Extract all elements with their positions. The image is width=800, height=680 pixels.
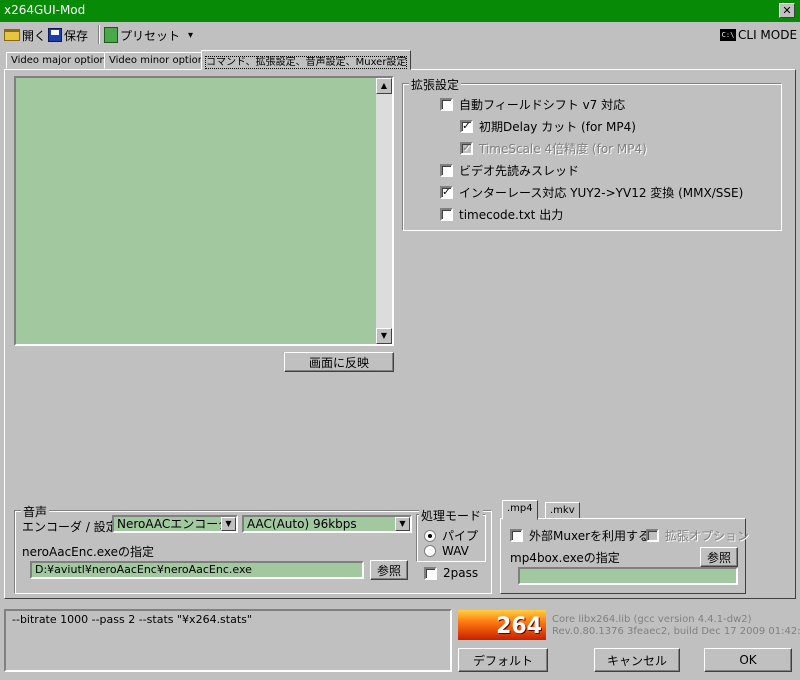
audio-setting-select[interactable]: AAC(Auto) 96kbps ▼ bbox=[242, 515, 412, 533]
checkbox-label: timecode.txt 出力 bbox=[459, 208, 564, 222]
radio-button[interactable] bbox=[424, 545, 436, 557]
chevron-down-icon[interactable]: ▼ bbox=[221, 517, 236, 531]
checkbox-label: 自動フィールドシフト v7 対応 bbox=[459, 98, 626, 112]
save-label: 保存 bbox=[64, 28, 89, 43]
radio-pipe[interactable]: パイプ bbox=[424, 527, 478, 544]
chevron-down-icon[interactable]: ▼ bbox=[395, 517, 410, 531]
checkbox-label: 初期Delay カット (for MP4) bbox=[479, 120, 636, 134]
encoder-select[interactable]: NeroAACエンコーダ ▼ bbox=[112, 515, 238, 533]
radio-wav[interactable]: WAV bbox=[424, 544, 469, 558]
open-button[interactable]: 開く bbox=[4, 26, 46, 44]
mp4box-browse-button[interactable]: 参照 bbox=[700, 547, 738, 567]
folder-icon bbox=[4, 29, 20, 41]
encoder-select-value: NeroAACエンコーダ bbox=[117, 517, 231, 531]
command-textarea[interactable] bbox=[14, 76, 394, 346]
floppy-icon bbox=[48, 28, 62, 42]
checkbox-box[interactable] bbox=[440, 98, 453, 111]
tab-video-minor[interactable]: Video minor option bbox=[104, 52, 210, 69]
scroll-down-icon[interactable]: ▼ bbox=[376, 328, 392, 344]
ext-settings-title: 拡張設定 bbox=[409, 76, 462, 93]
tab-mkv[interactable]: .mkv bbox=[545, 502, 580, 519]
checkbox-interlace-convert[interactable]: ✓ インターレース対応 YUY2->YV12 変換 (MMX/SSE) bbox=[440, 184, 743, 201]
tab-label: Video major option bbox=[11, 55, 106, 66]
dropdown-arrow-icon: ▾ bbox=[188, 29, 194, 41]
tab-video-major[interactable]: Video major option bbox=[6, 52, 111, 69]
rev-info: Rev.0.80.1376 3feaec2, build Dec 17 2009… bbox=[552, 626, 800, 637]
console-icon: C:\ bbox=[720, 29, 736, 41]
encoder-browse-button[interactable]: 参照 bbox=[370, 560, 408, 580]
ok-button[interactable]: OK bbox=[704, 648, 792, 672]
save-button[interactable]: 保存 bbox=[48, 26, 88, 44]
close-icon[interactable]: ✕ bbox=[779, 3, 795, 18]
logo-text: 264 bbox=[496, 614, 542, 639]
title-bar: x264GUI-Mod ✕ bbox=[0, 0, 800, 22]
checkbox-timescale: ✓ TimeScale 4倍精度 (for MP4) bbox=[460, 140, 647, 157]
checkbox-label: インターレース対応 YUY2->YV12 変換 (MMX/SSE) bbox=[459, 186, 744, 200]
cli-mode-button[interactable]: C:\ CLI MODE bbox=[720, 26, 797, 44]
scroll-up-icon[interactable]: ▲ bbox=[376, 78, 392, 94]
tab-label: コマンド、拡張設定、音声設定、Muxer設定 bbox=[204, 56, 408, 69]
tab-label: Video minor option bbox=[109, 55, 205, 66]
checkbox-timecode-output[interactable]: timecode.txt 出力 bbox=[440, 206, 563, 223]
cli-mode-label: CLI MODE bbox=[738, 28, 798, 42]
encoder-exe-label: neroAacEnc.exeの指定 bbox=[22, 545, 155, 559]
checkbox-box bbox=[646, 529, 659, 542]
apply-to-screen-button[interactable]: 画面に反映 bbox=[284, 352, 394, 372]
mp4box-exe-label: mp4box.exeの指定 bbox=[510, 551, 620, 565]
checkbox-auto-field-shift[interactable]: 自動フィールドシフト v7 対応 bbox=[440, 96, 625, 113]
checkbox-box[interactable]: ✓ bbox=[440, 186, 453, 199]
cancel-button[interactable]: キャンセル bbox=[594, 648, 680, 672]
checkbox-label: 2pass bbox=[443, 566, 479, 580]
checkbox-2pass[interactable]: 2pass bbox=[424, 566, 478, 580]
encoder-exe-path-field[interactable]: D:¥aviutl¥neroAacEnc¥neroAacEnc.exe bbox=[30, 561, 364, 579]
checkbox-label: 拡張オプション bbox=[665, 529, 750, 543]
checkbox-label: ビデオ先読みスレッド bbox=[459, 164, 580, 178]
checkbox-label: TimeScale 4倍精度 (for MP4) bbox=[479, 142, 647, 156]
radio-label: パイプ bbox=[442, 529, 479, 543]
checkbox-box[interactable] bbox=[424, 566, 437, 580]
checkbox-box[interactable] bbox=[440, 208, 453, 221]
tab-mp4[interactable]: .mp4 bbox=[502, 500, 538, 520]
preset-label: プリセット bbox=[120, 28, 181, 43]
command-scrollbar[interactable]: ▲ ▼ bbox=[376, 78, 392, 344]
audio-setting-value: AAC(Auto) 96kbps bbox=[247, 517, 357, 531]
core-info: Core libx264.lib (gcc version 4.4.1-dw2) bbox=[552, 614, 752, 625]
checkbox-box[interactable] bbox=[510, 529, 523, 542]
checkbox-box[interactable] bbox=[440, 164, 453, 177]
toolbar-separator bbox=[98, 25, 100, 44]
open-label: 開く bbox=[22, 28, 47, 43]
toolbar: 開く 保存 プリセット ▾ C:\ CLI MODE bbox=[0, 22, 800, 46]
checkbox-ext-option: 拡張オプション bbox=[646, 527, 749, 544]
encoder-label: エンコーダ / 設定 bbox=[22, 520, 118, 534]
checkbox-external-muxer[interactable]: 外部Muxerを利用する bbox=[510, 527, 650, 544]
checkbox-video-prefetch[interactable]: ビデオ先読みスレッド bbox=[440, 162, 579, 179]
preset-button[interactable]: プリセット ▾ bbox=[104, 26, 193, 44]
x264-logo: 264 bbox=[458, 610, 546, 640]
radio-label: WAV bbox=[442, 544, 469, 558]
default-button[interactable]: デフォルト bbox=[458, 648, 548, 672]
tab-label: .mkv bbox=[550, 505, 575, 516]
processing-mode-title: 処理モード bbox=[419, 507, 484, 524]
checkbox-initial-delay-cut[interactable]: ✓ 初期Delay カット (for MP4) bbox=[460, 118, 636, 135]
tab-label: .mp4 bbox=[507, 503, 533, 514]
radio-button[interactable] bbox=[424, 529, 436, 542]
checkbox-box[interactable]: ✓ bbox=[460, 120, 473, 133]
mp4box-path-field[interactable] bbox=[518, 567, 738, 585]
preset-icon bbox=[104, 27, 118, 43]
window-title: x264GUI-Mod bbox=[4, 3, 86, 17]
checkbox-box: ✓ bbox=[460, 142, 473, 155]
command-line-display: --bitrate 1000 --pass 2 --stats "¥x264.s… bbox=[4, 609, 452, 672]
tab-command-settings[interactable]: コマンド、拡張設定、音声設定、Muxer設定 bbox=[201, 50, 412, 70]
checkbox-label: 外部Muxerを利用する bbox=[529, 529, 651, 543]
